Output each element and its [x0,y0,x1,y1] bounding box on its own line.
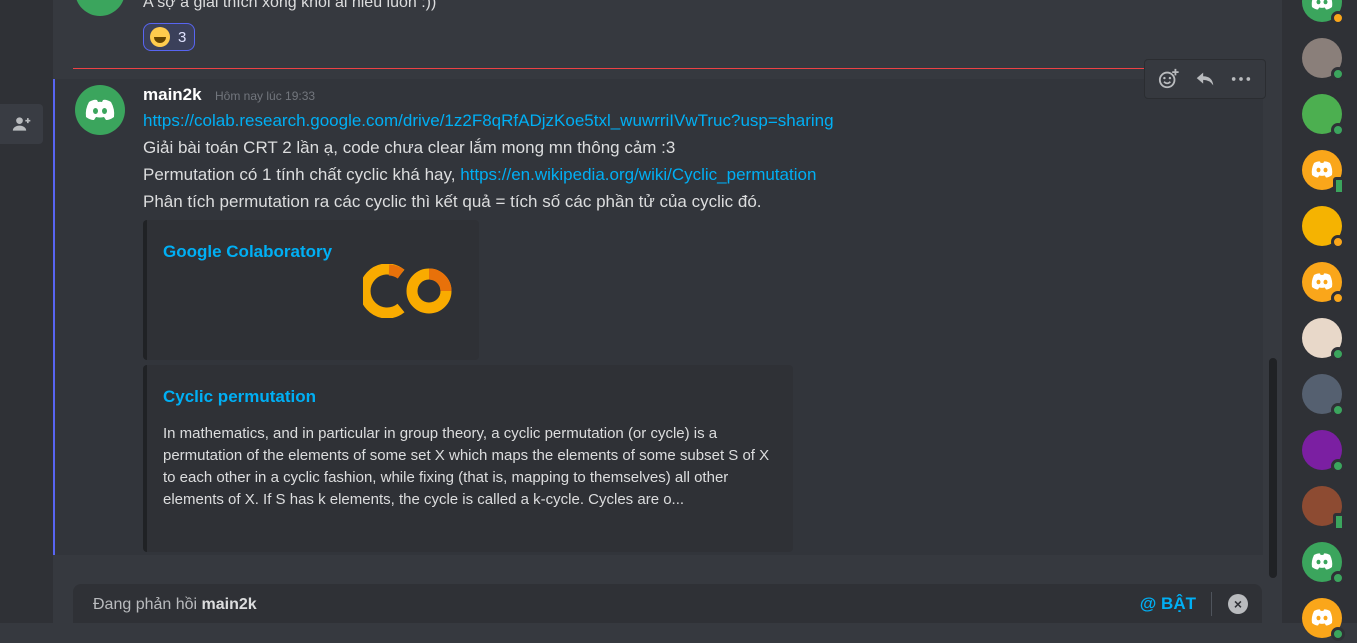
add-reaction-button[interactable] [1154,64,1184,94]
status-online-icon [1331,459,1345,473]
member-avatar[interactable] [1302,262,1345,305]
chat-area: A sợ a giải thích xong khỏi ai hiểu luôn… [53,0,1282,623]
member-avatar[interactable] [1302,486,1345,531]
member-avatar[interactable] [1302,318,1345,361]
member-avatar[interactable] [1302,150,1345,195]
member-avatar[interactable] [1302,374,1345,417]
message-author[interactable]: main2k [143,85,202,105]
more-button[interactable] [1226,64,1256,94]
scrollbar[interactable] [1269,358,1277,578]
reply-status: Đang phản hồi main2k [93,596,257,614]
mention-toggle-label: BẬT [1161,594,1196,613]
member-avatar[interactable] [1302,0,1345,25]
reply-bar: Đang phản hồi main2k @ BẬT × [73,584,1262,623]
message-line: Phân tích permutation ra các cyclic thì … [143,192,762,211]
add-user-icon [12,117,30,131]
at-icon: @ [1139,594,1157,613]
reaction-count: 3 [178,28,187,46]
status-idle-icon [1331,11,1345,25]
reply-button[interactable] [1190,64,1220,94]
reaction-button[interactable]: 3 [143,23,196,51]
message-line: Giải bài toán CRT 2 lần ạ, code chưa cle… [143,138,676,157]
previous-message-text: A sợ a giải thích xong khỏi ai hiểu luôn… [143,0,437,11]
avatar[interactable] [75,85,125,135]
member-avatar[interactable] [1302,206,1345,249]
status-idle-icon [1331,291,1345,305]
embed-title[interactable]: Cyclic permutation [163,387,316,407]
status-online-icon [1331,67,1345,81]
more-icon [1231,77,1251,81]
status-online-icon [1331,123,1345,137]
divider [1211,592,1212,616]
add-friend-button[interactable] [0,104,43,144]
avatar[interactable] [75,0,125,16]
status-mobile-icon [1333,513,1345,531]
discord-logo-icon [85,99,115,120]
status-online-icon [1331,347,1345,361]
member-avatar[interactable] [1302,94,1345,137]
reply-icon [1196,72,1214,86]
colab-link[interactable]: https://colab.research.google.com/drive/… [143,111,834,130]
member-avatar[interactable] [1302,598,1345,641]
message-item[interactable]: main2k Hôm nay lúc 19:33 https://colab.r… [53,79,1263,555]
message-line: Permutation có 1 tính chất cyclic khá ha… [143,165,456,184]
close-icon: × [1233,596,1243,612]
status-online-icon [1331,403,1345,417]
wikipedia-link[interactable]: https://en.wikipedia.org/wiki/Cyclic_per… [460,165,816,184]
colab-embed: Google Colaboratory [143,220,479,360]
reply-username: main2k [201,596,257,613]
member-avatar[interactable] [1302,542,1345,585]
wikipedia-embed: Cyclic permutation In mathematics, and i… [143,365,793,552]
left-gutter [0,0,53,623]
message-toolbar [1144,59,1266,99]
message-timestamp[interactable]: Hôm nay lúc 19:33 [215,89,315,103]
add-reaction-icon [1158,68,1179,89]
member-list [1282,0,1357,641]
laughing-emoji-icon [150,27,170,47]
new-messages-divider [73,68,1172,69]
member-avatar[interactable] [1302,430,1345,473]
colab-logo-icon [363,264,452,318]
status-online-icon [1331,571,1345,585]
embed-description: In mathematics, and in particular in gro… [163,425,770,508]
embed-title[interactable]: Google Colaboratory [163,242,332,262]
member-avatar[interactable] [1302,38,1345,81]
status-online-icon [1331,627,1345,641]
status-idle-icon [1331,235,1345,249]
mention-toggle-button[interactable]: @ BẬT [1140,594,1196,614]
status-mobile-icon [1333,177,1345,195]
close-reply-button[interactable]: × [1228,594,1248,614]
reply-prefix: Đang phản hồi [93,596,198,613]
